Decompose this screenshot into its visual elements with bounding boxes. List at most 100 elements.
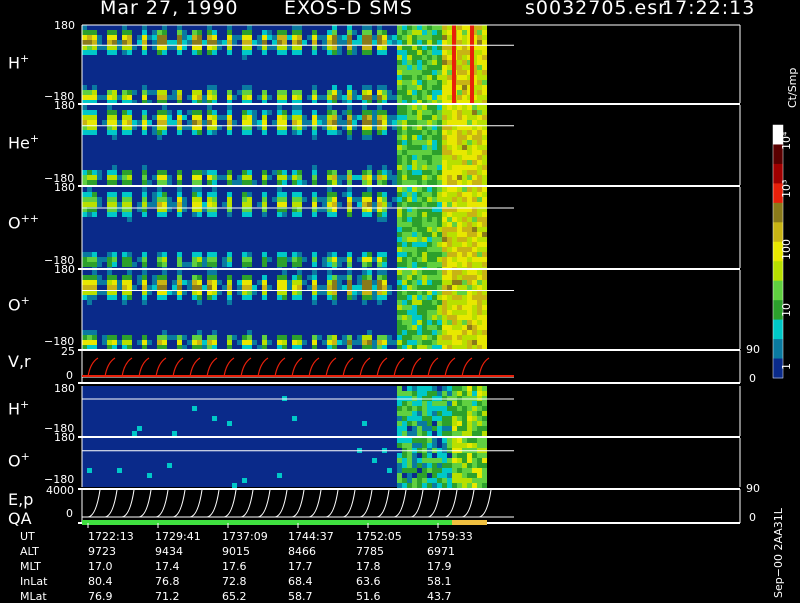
heatmap-cell bbox=[232, 335, 237, 340]
heatmap-cell bbox=[327, 262, 332, 267]
heatmap-cell bbox=[412, 227, 417, 232]
heatmap-cell bbox=[282, 50, 287, 55]
heatmap-cell bbox=[422, 453, 427, 458]
heatmap-cell bbox=[142, 187, 147, 192]
heatmap-cell bbox=[222, 262, 227, 267]
heatmap-cell bbox=[312, 300, 317, 305]
heatmap-cell bbox=[437, 35, 442, 40]
heatmap-cell bbox=[437, 65, 442, 70]
heatmap-cell bbox=[92, 280, 97, 285]
heatmap-cell bbox=[212, 252, 217, 257]
table-cell: 1722:13 bbox=[88, 530, 134, 543]
heatmap-cell bbox=[192, 170, 197, 175]
heatmap-cell bbox=[467, 227, 472, 232]
heatmap-cell bbox=[402, 320, 407, 325]
heatmap-cell bbox=[262, 170, 267, 175]
heatmap-cell bbox=[362, 300, 367, 305]
heatmap-cell bbox=[457, 426, 462, 431]
heatmap-cell bbox=[397, 170, 402, 175]
heatmap-cell bbox=[282, 175, 287, 180]
heatmap-cell bbox=[362, 175, 367, 180]
heatmap-cell bbox=[412, 468, 417, 473]
heatmap-cell bbox=[272, 40, 277, 45]
table-cell: 9015 bbox=[222, 545, 250, 558]
heatmap-cell bbox=[482, 70, 487, 75]
heatmap-cell bbox=[437, 60, 442, 65]
heatmap-cell bbox=[462, 401, 467, 406]
heatmap-cell bbox=[367, 85, 372, 90]
heatmap-cell bbox=[412, 285, 417, 290]
heatmap-cell bbox=[472, 416, 477, 421]
heatmap-cell bbox=[447, 320, 452, 325]
heatmap-cell bbox=[427, 40, 432, 45]
heatmap-cell bbox=[452, 458, 457, 463]
heatmap-cell bbox=[297, 192, 302, 197]
heatmap-cell bbox=[177, 197, 182, 202]
heatmap-cell bbox=[337, 90, 342, 95]
heatmap-cell bbox=[447, 438, 452, 443]
heatmap-cell bbox=[477, 483, 482, 488]
heatmap-cell bbox=[397, 252, 402, 257]
heatmap-cell bbox=[197, 335, 202, 340]
heatmap-cell bbox=[282, 170, 287, 175]
heatmap-cell bbox=[417, 95, 422, 100]
heatmap-cell bbox=[412, 280, 417, 285]
heatmap-cell bbox=[457, 391, 462, 396]
heatmap-cell bbox=[282, 115, 287, 120]
heatmap-cell bbox=[127, 280, 132, 285]
heatmap-cell bbox=[482, 335, 487, 340]
heatmap-cell bbox=[282, 295, 287, 300]
heatmap-cell bbox=[327, 110, 332, 115]
heatmap-cell bbox=[267, 110, 272, 115]
heatmap-cell bbox=[247, 110, 252, 115]
o-plus-top-tick: 180 bbox=[54, 263, 75, 276]
heatmap-cell bbox=[347, 285, 352, 290]
heatmap-cell bbox=[382, 35, 387, 40]
heatmap-cell bbox=[482, 140, 487, 145]
heatmap-cell bbox=[197, 212, 202, 217]
heatmap-cell bbox=[382, 130, 387, 135]
heatmap-cell bbox=[412, 426, 417, 431]
heatmap-cell bbox=[457, 453, 462, 458]
heatmap-cell bbox=[262, 90, 267, 95]
heatmap-cell bbox=[422, 257, 427, 262]
heatmap-cell bbox=[247, 262, 252, 267]
heatmap-cell bbox=[412, 443, 417, 448]
heatmap-cell bbox=[432, 65, 437, 70]
heatmap-cell bbox=[482, 391, 487, 396]
heatmap-cell bbox=[477, 431, 482, 436]
heatmap-cell bbox=[412, 85, 417, 90]
heatmap-cell bbox=[422, 468, 427, 473]
heatmap-cell bbox=[227, 212, 232, 217]
heatmap-cell bbox=[377, 285, 382, 290]
heatmap-cell bbox=[357, 275, 362, 280]
heatmap-cell bbox=[297, 252, 302, 257]
heatmap-cell bbox=[362, 180, 367, 185]
heatmap-cell bbox=[367, 120, 372, 125]
heatmap-cell bbox=[137, 275, 142, 280]
heatmap-cell bbox=[412, 105, 417, 110]
heatmap-cell bbox=[112, 115, 117, 120]
heatmap-cell bbox=[347, 212, 352, 217]
heatmap-cell bbox=[292, 115, 297, 120]
heatmap-cell bbox=[152, 35, 157, 40]
heatmap-cell bbox=[392, 180, 397, 185]
heatmap-cell bbox=[472, 180, 477, 185]
heatmap-cell bbox=[422, 411, 427, 416]
heatmap-cell bbox=[297, 105, 302, 110]
heatmap-cell bbox=[137, 120, 142, 125]
heatmap-cell bbox=[477, 217, 482, 222]
heatmap-cell bbox=[162, 170, 167, 175]
heatmap-cell bbox=[482, 262, 487, 267]
heatmap-cell bbox=[407, 478, 412, 483]
heatmap-cell bbox=[397, 483, 402, 488]
heatmap-cell bbox=[382, 40, 387, 45]
heatmap-cell bbox=[462, 275, 467, 280]
heatmap-cell bbox=[457, 431, 462, 436]
heatmap-cell bbox=[417, 30, 422, 35]
heatmap-cell bbox=[162, 95, 167, 100]
heatmap-cell bbox=[107, 340, 112, 345]
heatmap-cell bbox=[402, 202, 407, 207]
heatmap-cell bbox=[422, 227, 427, 232]
spectrogram-plot bbox=[78, 24, 784, 528]
